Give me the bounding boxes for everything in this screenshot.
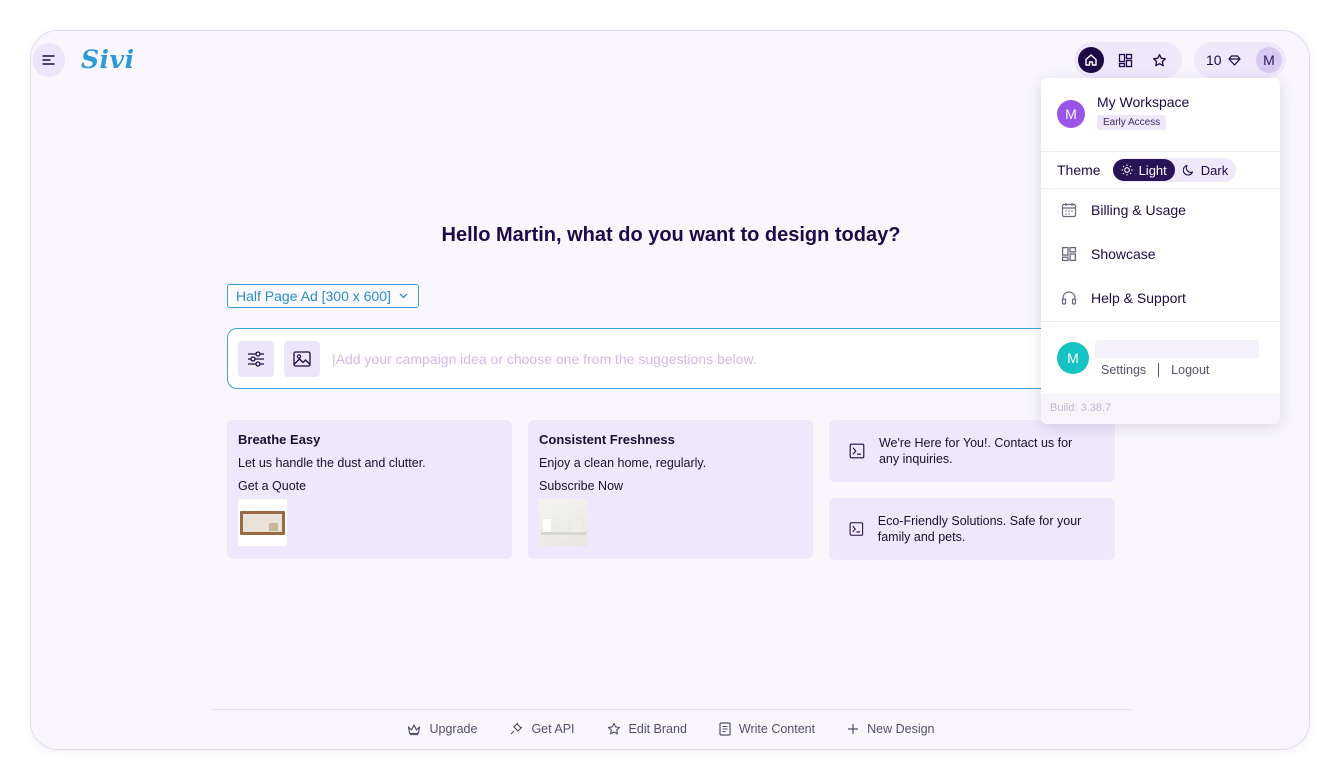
sidebar-toggle-button[interactable] (33, 43, 65, 77)
prompt-terminal-icon (849, 443, 865, 459)
upgrade-link[interactable]: Upgrade (407, 722, 477, 736)
calendar-billing-icon (1061, 203, 1077, 218)
showcase-grid-icon (1061, 246, 1077, 262)
suggestion-card[interactable]: Breathe Easy Let us handle the dust and … (227, 420, 512, 559)
plug-icon (511, 722, 523, 735)
top-nav (1074, 42, 1182, 78)
showcase-grid-icon (1118, 53, 1132, 67)
workspace-header[interactable]: M My Workspace Early Access (1057, 94, 1189, 130)
workspace-avatar: M (1057, 100, 1085, 128)
crown-icon (408, 723, 421, 735)
user-links: Settings Logout (1101, 363, 1209, 377)
theme-light-option[interactable]: Light (1112, 159, 1175, 181)
theme-dark-option[interactable]: Dark (1175, 159, 1236, 181)
card-cta: Subscribe Now (539, 479, 624, 493)
separator (1158, 363, 1160, 377)
footer-divider (211, 709, 1131, 710)
logout-link[interactable]: Logout (1171, 363, 1209, 377)
credits-counter[interactable]: 10 (1206, 52, 1241, 68)
image-icon (293, 350, 311, 367)
star-icon (1152, 53, 1166, 66)
card-subtitle: Let us handle the dust and clutter. (238, 456, 426, 470)
theme-label: Theme (1057, 162, 1101, 178)
menu-item-label: Billing & Usage (1091, 202, 1186, 218)
sun-icon (1121, 164, 1133, 176)
build-version: Build: 3.38.7 (1041, 394, 1280, 424)
credits-count: 10 (1206, 52, 1222, 68)
new-design-label: New Design (867, 722, 935, 736)
divider (1041, 151, 1280, 152)
account-avatar-button[interactable]: M (1256, 47, 1282, 73)
chevron-down-icon (399, 293, 408, 299)
theme-light-label: Light (1138, 162, 1167, 178)
account-dropdown: M My Workspace Early Access Theme Light (1041, 78, 1280, 424)
star-outline-icon (607, 722, 620, 735)
footer-bar: Upgrade Get API Edit Brand Write Content (31, 722, 1309, 736)
suggestion-text: We're Here for You!. Contact us for any … (878, 436, 1073, 466)
theme-toggle: Light Dark (1112, 158, 1237, 182)
app-window: Sivi 10 M Hello Martin, what do you want… (30, 30, 1310, 750)
menu-item-help[interactable]: Help & Support (1061, 290, 1186, 306)
document-icon (719, 722, 731, 736)
showcase-button[interactable] (1112, 47, 1138, 73)
diamond-icon (1227, 54, 1241, 66)
status-badge: Early Access (1097, 115, 1167, 130)
new-design-link[interactable]: New Design (847, 722, 935, 736)
write-content-label: Write Content (738, 722, 816, 736)
sliders-icon (248, 350, 264, 367)
card-title: Breathe Easy (238, 432, 321, 447)
home-button[interactable] (1078, 47, 1104, 73)
upgrade-label: Upgrade (429, 722, 478, 736)
get-api-label: Get API (531, 722, 575, 736)
suggestion-text: Eco-Friendly Solutions. Safe for your fa… (877, 514, 1082, 544)
campaign-idea-input[interactable] (332, 350, 1032, 367)
divider (1041, 321, 1280, 322)
menu-item-label: Showcase (1091, 246, 1156, 262)
workspace-name: My Workspace (1097, 94, 1190, 110)
user-name-field (1095, 340, 1259, 358)
image-upload-button[interactable] (284, 340, 320, 377)
home-icon (1085, 54, 1097, 66)
card-thumbnail (539, 499, 588, 546)
suggestion-card[interactable]: Consistent Freshness Enjoy a clean home,… (528, 420, 813, 559)
prompt-box (227, 328, 1115, 389)
prompt-terminal-icon (849, 522, 864, 536)
ad-size-select[interactable]: Half Page Ad [300 x 600] (227, 284, 419, 308)
menu-item-label: Help & Support (1091, 290, 1186, 306)
menu-item-showcase[interactable]: Showcase (1061, 246, 1156, 262)
theme-dark-label: Dark (1200, 162, 1229, 178)
divider (1041, 188, 1280, 189)
user-row: M (1057, 342, 1089, 374)
ad-size-value: Half Page Ad [300 x 600] (236, 288, 391, 304)
menu-icon (42, 55, 55, 65)
edit-brand-label: Edit Brand (628, 722, 687, 736)
card-title: Consistent Freshness (539, 432, 675, 447)
logo[interactable]: Sivi (81, 45, 135, 74)
suggestion-prompt-card[interactable]: Eco-Friendly Solutions. Safe for your fa… (829, 498, 1115, 560)
card-subtitle: Enjoy a clean home, regularly. (539, 456, 707, 470)
get-api-link[interactable]: Get API (509, 722, 575, 736)
plus-icon (848, 724, 859, 734)
settings-filter-button[interactable] (238, 340, 274, 377)
card-thumbnail (238, 499, 287, 546)
headset-icon (1061, 291, 1077, 305)
menu-item-billing[interactable]: Billing & Usage (1061, 202, 1186, 218)
edit-brand-link[interactable]: Edit Brand (607, 722, 687, 736)
write-content-link[interactable]: Write Content (719, 722, 815, 736)
card-cta: Get a Quote (238, 479, 307, 493)
account-pill: 10 M (1194, 42, 1286, 78)
favorites-button[interactable] (1146, 47, 1172, 73)
moon-icon (1182, 164, 1193, 176)
settings-link[interactable]: Settings (1101, 363, 1146, 377)
suggestion-prompt-card[interactable]: We're Here for You!. Contact us for any … (829, 420, 1115, 482)
user-avatar: M (1057, 342, 1089, 374)
theme-row: Theme Light Dark (1057, 158, 1237, 182)
